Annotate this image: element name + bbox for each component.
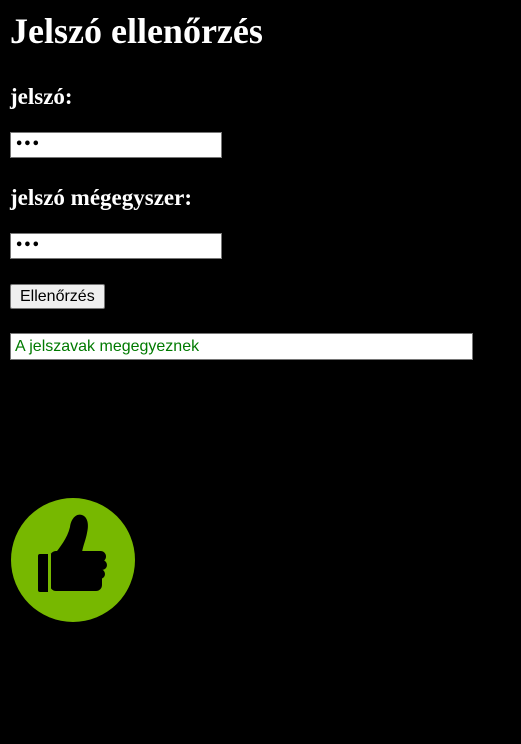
page-title: Jelszó ellenőrzés [10, 11, 263, 51]
thumbs-up-icon [10, 497, 136, 623]
result-message: A jelszavak megegyeznek [15, 338, 200, 355]
password-confirm-label: jelszó mégegyszer: [10, 185, 192, 210]
password-field[interactable]: ••• [10, 132, 222, 158]
result-field[interactable]: A jelszavak megegyeznek [10, 333, 473, 360]
check-button[interactable]: Ellenőrzés [10, 284, 105, 309]
password-confirm-field[interactable]: ••• [10, 233, 222, 259]
password-label: jelszó: [10, 84, 73, 109]
